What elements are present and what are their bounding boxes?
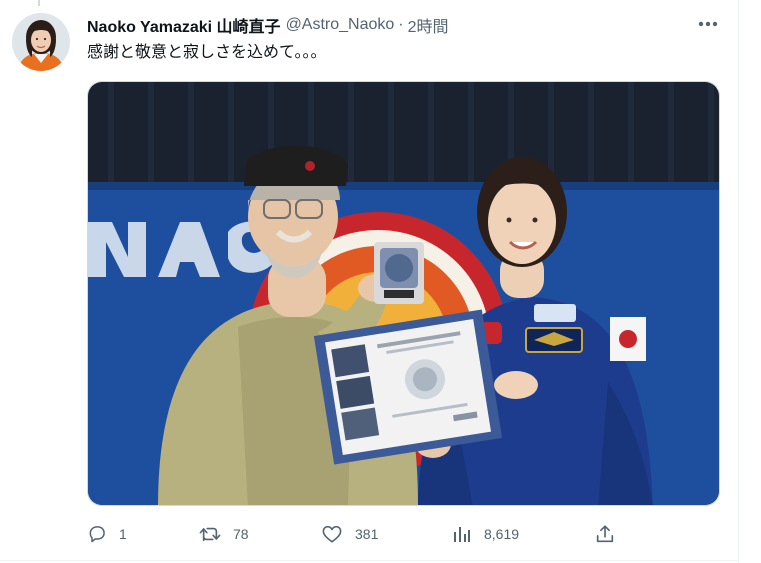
views-bar-chart-icon	[454, 527, 470, 542]
more-horizontal-icon	[698, 21, 718, 27]
share-icon	[596, 525, 614, 543]
separator-dot: ·	[398, 16, 404, 33]
photo-image	[88, 82, 719, 505]
tweet[interactable]: Naoko Yamazaki 山崎直子 @Astro_Naoko · 2時間 感…	[0, 0, 761, 563]
view-count: 8,619	[484, 526, 520, 542]
like-count: 381	[355, 526, 379, 542]
tweet-text: 感謝と敬意と寂しさを込めて。。。	[87, 44, 327, 61]
display-name[interactable]: Naoko Yamazaki 山崎直子	[87, 13, 281, 37]
more-button[interactable]	[694, 13, 722, 35]
retweet-count: 78	[233, 526, 249, 542]
column-divider	[738, 0, 739, 563]
reply-icon	[89, 526, 105, 543]
tweet-photo[interactable]	[87, 81, 720, 506]
tweet-header: Naoko Yamazaki 山崎直子 @Astro_Naoko · 2時間	[87, 14, 449, 36]
reply-button[interactable]: 1	[87, 518, 127, 550]
user-handle[interactable]: @Astro_Naoko	[286, 16, 395, 34]
timestamp[interactable]: 2時間	[408, 13, 449, 37]
heart-icon	[322, 525, 342, 543]
retweet-icon	[199, 527, 221, 542]
views-button[interactable]: 8,619	[452, 518, 519, 550]
avatar-image	[12, 13, 70, 71]
like-button[interactable]: 381	[321, 518, 378, 550]
share-button[interactable]	[594, 518, 616, 550]
avatar[interactable]	[12, 13, 70, 71]
retweet-button[interactable]: 78	[199, 518, 249, 550]
tweet-divider	[0, 560, 738, 561]
tweet-actions: 1 78 381 8,619	[0, 518, 738, 550]
thread-line	[38, 0, 40, 6]
reply-count: 1	[119, 526, 127, 542]
